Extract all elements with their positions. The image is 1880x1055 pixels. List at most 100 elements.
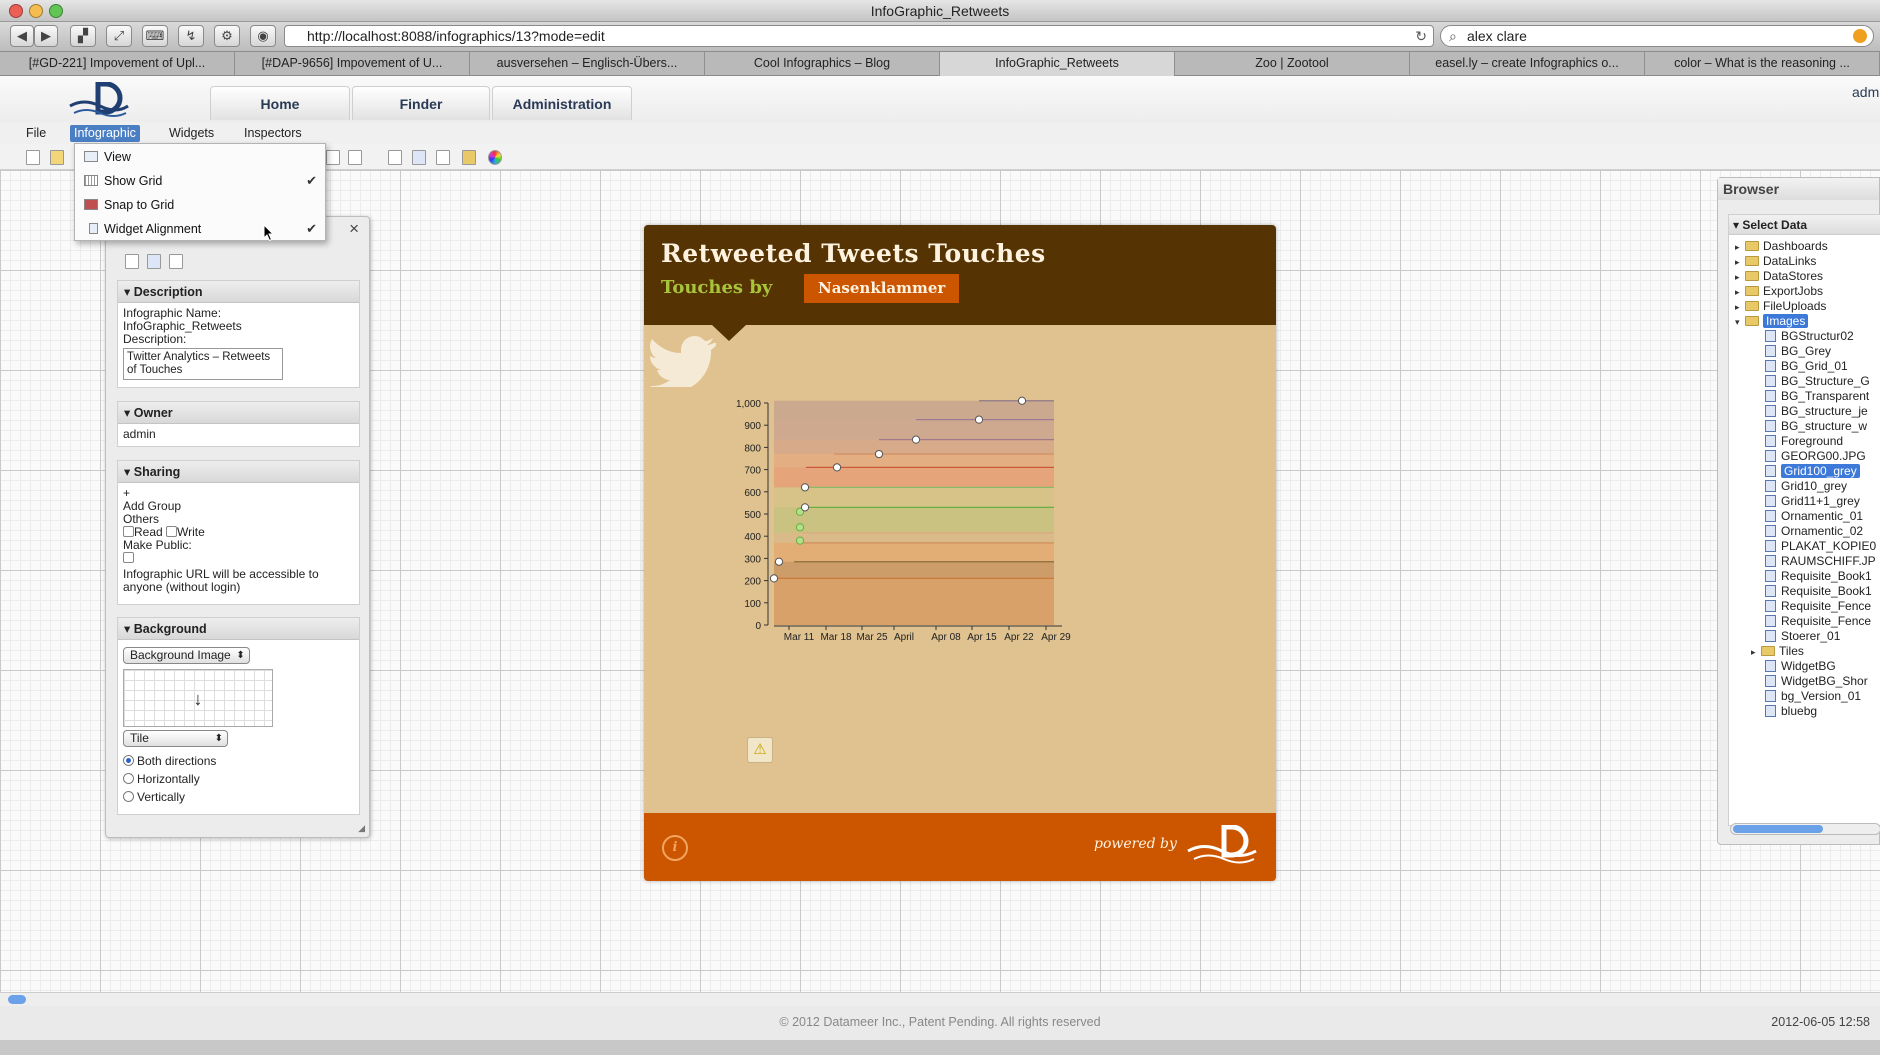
menu-inspectors[interactable]: Inspectors bbox=[240, 125, 306, 142]
color-wheel-icon[interactable] bbox=[488, 150, 502, 165]
canvas-scrollbar[interactable] bbox=[0, 992, 1880, 1006]
tab-bar: [#GD-221] Impovement of Upl... [#DAP-965… bbox=[0, 52, 1880, 76]
tab[interactable]: [#GD-221] Impovement of Upl... bbox=[0, 52, 235, 76]
scrollbar-thumb[interactable] bbox=[8, 995, 26, 1004]
warning-icon[interactable]: ⚠ bbox=[747, 737, 773, 763]
background-type-select[interactable]: Background Image bbox=[123, 647, 250, 664]
tab[interactable]: easel.ly – create Infographics o... bbox=[1410, 52, 1645, 76]
tile-mode-select[interactable]: Tile bbox=[123, 730, 228, 747]
page-icon[interactable] bbox=[388, 150, 402, 165]
data-tree[interactable]: ▾ Select Data ▸ Dashboards ▸ DataLinks ▸ Data… bbox=[1728, 214, 1880, 826]
url-input[interactable]: http://localhost:8088/infographics/13?mo… bbox=[284, 25, 1434, 47]
inspector-panel[interactable]: × ▾ Description Infographic Name: InfoGr… bbox=[105, 216, 370, 838]
radio-label: Vertically bbox=[137, 790, 186, 804]
tab[interactable]: Zoo | Zootool bbox=[1175, 52, 1410, 76]
info-icon[interactable]: i bbox=[662, 835, 688, 861]
back-button[interactable]: ◀ bbox=[10, 25, 34, 47]
chart-page-icon[interactable] bbox=[412, 150, 426, 165]
x-tick-label: Mar 11 bbox=[784, 632, 815, 643]
tab[interactable]: ausversehen – Englisch-Übers... bbox=[470, 52, 705, 76]
tab[interactable]: color – What is the reasoning ... bbox=[1645, 52, 1880, 76]
image-file-icon bbox=[1765, 570, 1776, 582]
nav-home[interactable]: Home bbox=[210, 86, 350, 120]
history-icon[interactable]: ↯ bbox=[178, 25, 204, 47]
open-icon[interactable] bbox=[50, 150, 64, 165]
grid-icon bbox=[84, 175, 98, 186]
menu-widgets[interactable]: Widgets bbox=[165, 125, 218, 142]
menu-item-view[interactable]: View bbox=[75, 145, 325, 169]
datameer-logo-icon[interactable] bbox=[68, 82, 130, 118]
write-checkbox[interactable] bbox=[166, 526, 178, 537]
menu-infographic[interactable]: Infographic bbox=[70, 125, 140, 142]
tabs-icon[interactable]: ▞ bbox=[70, 25, 96, 47]
section-header[interactable]: ▾ Owner bbox=[118, 402, 359, 424]
select-data-header[interactable]: ▾ Select Data bbox=[1729, 215, 1880, 235]
search-clear-icon[interactable] bbox=[1853, 29, 1867, 43]
public-note: Infographic URL will be accessible to an… bbox=[123, 567, 319, 594]
both-directions-radio[interactable] bbox=[123, 755, 134, 766]
folder-icon[interactable] bbox=[462, 150, 476, 165]
keyboard-icon[interactable]: ⌨ bbox=[142, 25, 168, 47]
x-tick-label: Mar 25 bbox=[856, 632, 888, 643]
menu-item-widget-alignment[interactable]: Widget Alignment ✔ bbox=[75, 217, 325, 241]
close-window-button[interactable] bbox=[9, 4, 23, 18]
image-file-icon bbox=[1765, 390, 1776, 402]
vertically-radio[interactable] bbox=[123, 791, 134, 802]
status-bar bbox=[0, 1040, 1880, 1055]
new-document-icon[interactable] bbox=[26, 150, 40, 165]
image-page-icon[interactable] bbox=[436, 150, 450, 165]
zoom-window-button[interactable] bbox=[49, 4, 63, 18]
nav-administration[interactable]: Administration bbox=[492, 86, 632, 120]
copy-icon[interactable] bbox=[326, 150, 340, 165]
make-public-checkbox[interactable] bbox=[123, 552, 134, 563]
tab[interactable]: [#DAP-9656] Impovement of U... bbox=[235, 52, 470, 76]
radio-label: Horizontally bbox=[137, 772, 200, 786]
image-page-icon[interactable] bbox=[169, 254, 183, 269]
search-icon: ⌕ bbox=[1449, 28, 1457, 44]
copyright-text: © 2012 Datameer Inc., Patent Pending. Al… bbox=[779, 1015, 1101, 1029]
forward-button[interactable]: ▶ bbox=[34, 25, 58, 47]
tab[interactable]: Cool Infographics – Blog bbox=[705, 52, 940, 76]
infographic-title: Retweeted Tweets Touches bbox=[661, 239, 1046, 268]
minimize-window-button[interactable] bbox=[29, 4, 43, 18]
read-checkbox[interactable] bbox=[123, 526, 134, 537]
magnet-icon bbox=[84, 199, 98, 210]
horizontally-radio[interactable] bbox=[123, 773, 134, 784]
chart-data-point bbox=[795, 536, 805, 545]
browser-title: Browser bbox=[1718, 178, 1879, 200]
resize-handle-icon[interactable]: ◢ bbox=[358, 823, 365, 834]
image-drop-zone[interactable]: ↓ bbox=[123, 669, 273, 727]
image-file-icon bbox=[1765, 525, 1776, 537]
nav-finder[interactable]: Finder bbox=[352, 86, 490, 120]
x-tick-label: Apr 29 bbox=[1041, 632, 1071, 643]
fullscreen-icon[interactable]: ⤢ bbox=[106, 25, 132, 47]
tab-active[interactable]: InfoGraphic_Retweets bbox=[940, 52, 1175, 76]
image-file-icon bbox=[1765, 465, 1776, 477]
twitter-bird-icon bbox=[650, 336, 716, 387]
image-file-icon bbox=[1765, 495, 1776, 507]
page-icon[interactable] bbox=[125, 254, 139, 269]
make-public-label: Make Public: bbox=[123, 538, 192, 552]
description-textarea[interactable]: Twitter Analytics – Retweets of Touches bbox=[123, 348, 283, 380]
camera-icon[interactable]: ◉ bbox=[250, 25, 276, 47]
section-header[interactable]: ▾ Sharing bbox=[118, 461, 359, 483]
menu-item-show-grid[interactable]: Show Grid ✔ bbox=[75, 169, 325, 193]
scrollbar-thumb[interactable] bbox=[1733, 825, 1823, 833]
tree-image-item[interactable]: bluebg bbox=[1765, 702, 1817, 720]
chart-page-icon[interactable] bbox=[147, 254, 161, 269]
image-file-icon bbox=[1765, 660, 1776, 672]
menu-item-snap-to-grid[interactable]: Snap to Grid bbox=[75, 193, 325, 217]
paste-icon[interactable] bbox=[348, 150, 362, 165]
reload-icon[interactable]: ↻ bbox=[1415, 26, 1427, 46]
infographic-card[interactable]: Retweeted Tweets Touches Touches by Nase… bbox=[644, 225, 1276, 881]
user-name[interactable]: admi bbox=[1852, 84, 1880, 100]
powered-by-label: powered by bbox=[1094, 836, 1177, 852]
menu-file[interactable]: File bbox=[22, 125, 50, 142]
close-icon[interactable]: × bbox=[349, 219, 359, 239]
browser-scrollbar[interactable] bbox=[1730, 823, 1880, 835]
section-header[interactable]: ▾ Description bbox=[118, 281, 359, 303]
section-header[interactable]: ▾ Background bbox=[118, 618, 359, 640]
tools-icon[interactable]: ⚙ bbox=[214, 25, 240, 47]
search-input[interactable]: ⌕ alex clare bbox=[1440, 25, 1874, 47]
retweets-area-chart[interactable]: 0 100 200 300 400 500 600 700 800 900 1,000 Mar 11 M… bbox=[714, 375, 1104, 675]
